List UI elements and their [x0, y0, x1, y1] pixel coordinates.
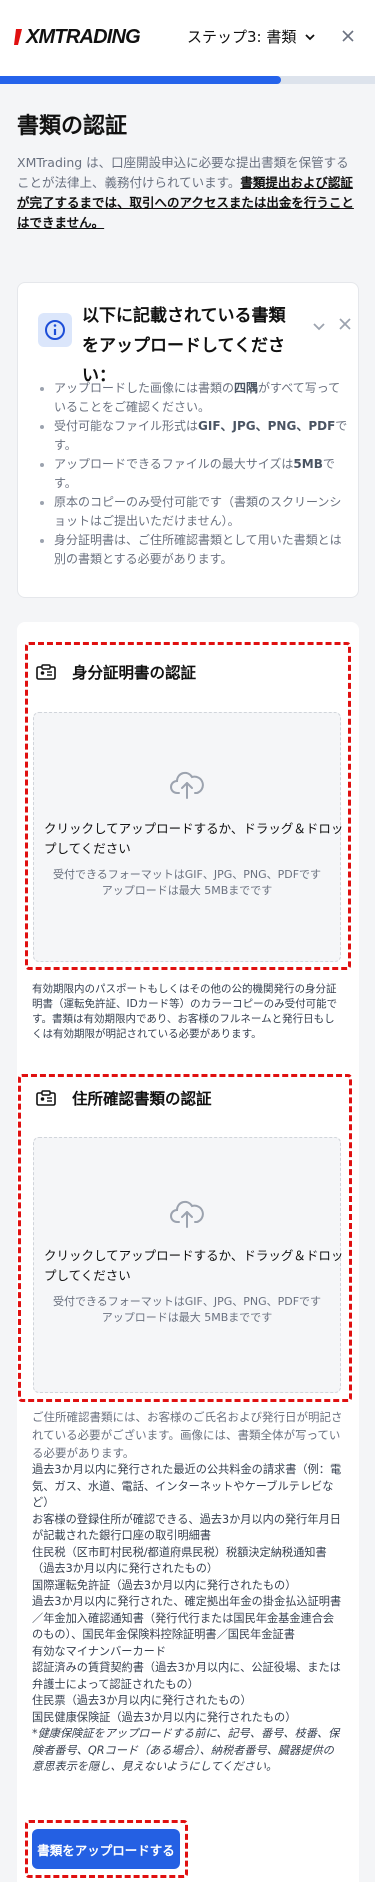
- chevron-down-icon: [305, 33, 316, 40]
- dropzone-formats: 受付できるフォーマットはGIF、JPG、PNG、PDFです: [52, 1295, 322, 1308]
- app-header: XMTRADING ステップ3: 書類: [0, 0, 375, 76]
- upload-notice: 以下に記載されている書類をアップロードしてください： アップロードした画像には書…: [17, 282, 359, 598]
- health-insurance-note: *健康保険証をアップロードする前に、記号、番号、枝番、保険者番号、QRコード（あ…: [32, 1727, 340, 1773]
- cloud-upload-icon: [170, 1200, 204, 1228]
- dropzone-formats: 受付できるフォーマットはGIF、JPG、PNG、PDFです: [52, 868, 322, 881]
- logo-text: XMTRADING: [26, 25, 141, 48]
- close-icon[interactable]: [340, 28, 356, 44]
- id-card-icon: [36, 1090, 56, 1106]
- list-item: お客様の登録住所が確認できる、過去3か月以内の発行年月日が記載された銀行口座の取…: [32, 1512, 341, 1543]
- address-dropzone[interactable]: クリックしてアップロードするか、ドラッグ＆ドロップしてください 受付できるフォー…: [33, 1137, 344, 1393]
- step-label: ステップ3: 書類: [187, 28, 297, 46]
- dropzone-label: クリックしてアップロードするか、ドラッグ＆ドロップしてください: [44, 821, 344, 856]
- list-item: アップロードした画像には書類の四隅がすべて写っていることをご確認ください。: [38, 379, 348, 417]
- intro-text: XMTrading は、口座開設申込に必要な提出書類を保管することが法律上、義務…: [17, 153, 360, 233]
- list-item: 認証済みの賃貸契約書（過去3か月以内に、公証役場、または弁護士によって認証された…: [32, 1661, 341, 1691]
- id-card-icon: [36, 664, 56, 680]
- list-item: 国民健康保険証（過去3か月以内に発行されたもの）: [32, 1710, 297, 1724]
- chevron-down-icon[interactable]: [312, 319, 326, 333]
- notice-list: アップロードした画像には書類の四隅がすべて写っていることをご確認ください。 受付…: [38, 379, 348, 569]
- list-item: 住民票（過去3か月以内に発行されたもの）: [32, 1694, 252, 1707]
- upload-documents-button[interactable]: 書類をアップロードする: [32, 1829, 180, 1869]
- progress-bar: [0, 76, 375, 84]
- logo-mark-icon: [14, 29, 22, 45]
- close-icon[interactable]: [338, 317, 352, 331]
- list-item: 住民税（区市町村民税/都道府県民税）税額決定納税通知書（過去3か月以内に発行され…: [32, 1545, 327, 1576]
- step-selector[interactable]: ステップ3: 書類: [187, 26, 316, 47]
- id-section-title: 身分証明書の認証: [72, 664, 197, 682]
- list-item: 過去3か月以内に発行された最近の公共料金の請求書（例：電気、ガス、水道、電話、イ…: [32, 1463, 342, 1509]
- progress-fill: [0, 76, 282, 84]
- list-item: 有効なマイナンバーカード: [32, 1644, 167, 1658]
- page-title: 書類の認証: [17, 114, 128, 139]
- xm-logo[interactable]: XMTRADING: [14, 24, 141, 50]
- list-item: 身分証明書は、ご住所確認書類として用いた書類とは別の書類とする必要があります。: [38, 531, 348, 569]
- address-section-title: 住所確認書類の認証: [72, 1090, 212, 1108]
- dropzone-max-size: アップロードは最大 5MBまでです: [101, 884, 273, 897]
- id-description: 有効期限内のパスポートもしくはその他の公的機関発行の身分証明書（運転免許証、ID…: [32, 983, 338, 1040]
- list-item: 受付可能なファイル形式はGIF、JPG、PNG、PDFです。: [38, 417, 348, 455]
- notice-title: 以下に記載されている書類をアップロードしてください：: [82, 306, 286, 386]
- list-item: 過去3か月以内に発行された、確定拠出年金の掛金払込証明書／年金加入確認通知書（発…: [32, 1595, 342, 1641]
- list-item: アップロードできるファイルの最大サイズは5MBです。: [38, 455, 348, 493]
- list-item: 国際運転免許証（過去3か月以内に発行されたもの）: [32, 1578, 297, 1592]
- info-icon: [38, 313, 72, 347]
- address-requirements: ご住所確認書類には、お客様のご氏名および発行日が明記されている必要がございます。…: [32, 1408, 344, 1776]
- dropzone-max-size: アップロードは最大 5MBまでです: [101, 1311, 273, 1324]
- dropzone-label: クリックしてアップロードするか、ドラッグ＆ドロップしてください: [44, 1248, 344, 1283]
- list-item: 原本のコピーのみ受付可能です（書類のスクリーンショットはご提出いただけません）。: [38, 493, 348, 531]
- cloud-upload-icon: [170, 771, 204, 799]
- id-dropzone[interactable]: クリックしてアップロードするか、ドラッグ＆ドロップしてください 受付できるフォー…: [33, 712, 344, 962]
- requirements-lead: ご住所確認書類には、お客様のご氏名および発行日が明記されている必要がございます。…: [32, 1410, 343, 1460]
